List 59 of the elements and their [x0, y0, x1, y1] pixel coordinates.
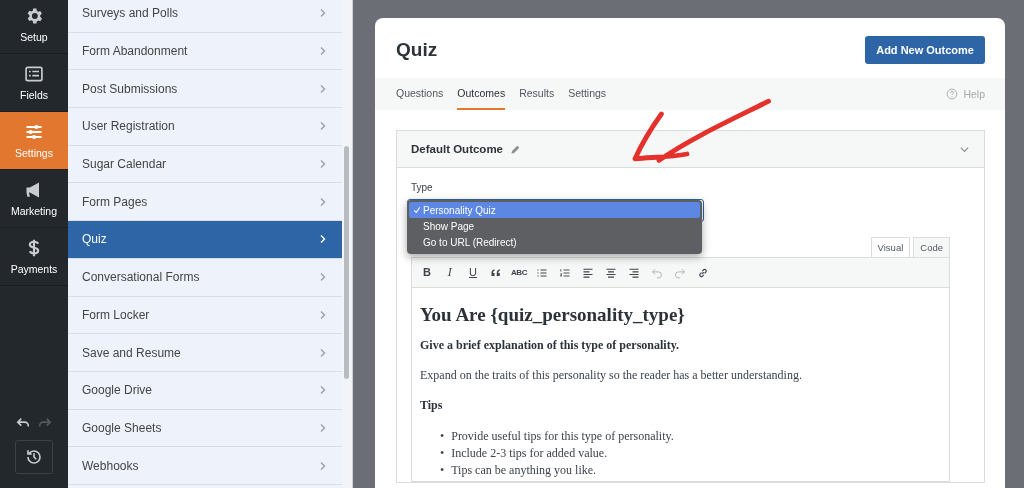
- align-center-icon: [605, 266, 617, 279]
- add-outcome-button[interactable]: Add New Outcome: [865, 36, 985, 64]
- chevron-icon: [318, 234, 328, 245]
- chevron-icon: [318, 460, 328, 471]
- redo-icon: [674, 266, 686, 279]
- bold-button[interactable]: B: [418, 263, 436, 282]
- tab[interactable]: Settings: [568, 78, 607, 110]
- chevron-icon: [318, 46, 328, 57]
- align-right-icon: [628, 266, 640, 279]
- chevron-icon: [318, 121, 328, 132]
- list-icon: [24, 64, 44, 84]
- bullet-marker: •: [440, 462, 445, 479]
- history-icon: [25, 448, 43, 466]
- sliders-icon: [24, 122, 44, 142]
- dropdown-option[interactable]: Go to URL (Redirect): [409, 234, 700, 250]
- menu-item[interactable]: Surveys and Polls: [68, 0, 342, 33]
- content-heading: You Are {quiz_personality_type}: [420, 304, 686, 326]
- chevron-icon: [318, 309, 328, 320]
- bullet-marker: •: [440, 445, 445, 462]
- quote-icon: [490, 266, 502, 279]
- bullet-item: Tips can be anything you like.: [451, 462, 597, 479]
- align-left-icon: [582, 266, 594, 279]
- underline-button[interactable]: U: [464, 263, 482, 282]
- editor-tab[interactable]: Code: [913, 237, 950, 257]
- strike-button[interactable]: ABC: [510, 263, 528, 282]
- outcome-title: Default Outcome: [411, 143, 503, 155]
- bullet-list-icon: [536, 266, 548, 279]
- chevron-icon: [318, 272, 328, 283]
- chevron-icon: [318, 196, 328, 207]
- bullet-marker: •: [440, 428, 445, 445]
- menu-item[interactable]: Quiz: [68, 221, 342, 259]
- italic-button[interactable]: I: [441, 263, 459, 282]
- chevron-icon: [318, 83, 328, 94]
- chevron-icon: [318, 422, 328, 433]
- tab[interactable]: Results: [519, 78, 555, 110]
- bullet-item: Include 2-3 tips for added value.: [451, 445, 608, 462]
- type-label: Type: [411, 182, 434, 193]
- history-button[interactable]: [15, 440, 53, 474]
- chevron-icon: [318, 347, 328, 358]
- scrollbar-thumb[interactable]: [344, 146, 349, 379]
- tab[interactable]: Questions: [396, 78, 444, 110]
- bullet-item: Provide useful tips for this type of personality.: [451, 428, 674, 445]
- tab[interactable]: Outcomes: [457, 78, 506, 110]
- link-icon: [697, 266, 709, 279]
- paragraph-text: Expand on the traits of this personality so the reader has a better understanding.: [420, 368, 803, 383]
- chevron-icon: [318, 8, 328, 19]
- editor-tab[interactable]: Visual: [870, 237, 911, 257]
- chevron-icon: [318, 159, 328, 170]
- panel-title: Quiz: [396, 39, 438, 61]
- undo-icon[interactable]: [16, 416, 30, 430]
- help-icon[interactable]: [946, 88, 959, 100]
- bold-text: Tips: [420, 398, 444, 413]
- chevron-icon: [318, 385, 328, 396]
- bold-text: Give a brief explanation of this type of personality.: [420, 338, 680, 353]
- check-icon: [413, 206, 421, 214]
- undo-icon: [651, 266, 663, 279]
- pencil-icon[interactable]: [510, 143, 521, 155]
- numbered-list-icon: [559, 266, 571, 279]
- dropdown-option[interactable]: Show Page: [409, 218, 700, 234]
